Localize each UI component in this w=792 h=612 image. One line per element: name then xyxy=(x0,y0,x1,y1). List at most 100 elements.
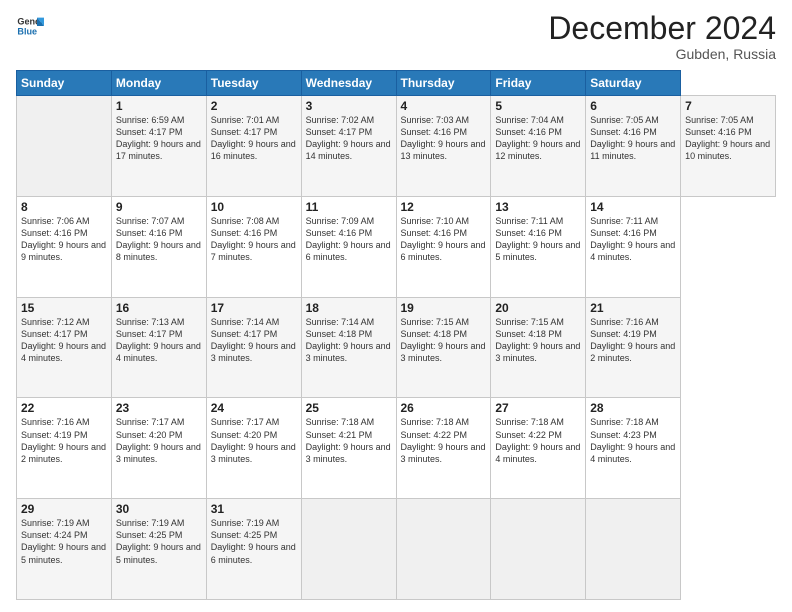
cell-info: Sunrise: 7:19 AMSunset: 4:24 PMDaylight:… xyxy=(21,517,107,566)
day-number: 14 xyxy=(590,200,676,214)
day-number: 26 xyxy=(401,401,487,415)
calendar-cell: 21Sunrise: 7:16 AMSunset: 4:19 PMDayligh… xyxy=(586,297,681,398)
cell-info: Sunrise: 7:08 AMSunset: 4:16 PMDaylight:… xyxy=(211,215,297,264)
day-number: 31 xyxy=(211,502,297,516)
day-number: 25 xyxy=(306,401,392,415)
calendar-header-row: SundayMondayTuesdayWednesdayThursdayFrid… xyxy=(17,71,776,96)
cell-info: Sunrise: 7:18 AMSunset: 4:22 PMDaylight:… xyxy=(401,416,487,465)
cell-info: Sunrise: 7:03 AMSunset: 4:16 PMDaylight:… xyxy=(401,114,487,163)
calendar-cell xyxy=(301,499,396,600)
cell-info: Sunrise: 7:12 AMSunset: 4:17 PMDaylight:… xyxy=(21,316,107,365)
cell-info: Sunrise: 7:10 AMSunset: 4:16 PMDaylight:… xyxy=(401,215,487,264)
day-number: 28 xyxy=(590,401,676,415)
calendar-page: General Blue December 2024 Gubden, Russi… xyxy=(0,0,792,612)
calendar-cell: 17Sunrise: 7:14 AMSunset: 4:17 PMDayligh… xyxy=(206,297,301,398)
day-number: 17 xyxy=(211,301,297,315)
calendar-cell: 23Sunrise: 7:17 AMSunset: 4:20 PMDayligh… xyxy=(111,398,206,499)
calendar-cell: 22Sunrise: 7:16 AMSunset: 4:19 PMDayligh… xyxy=(17,398,112,499)
calendar-cell: 2Sunrise: 7:01 AMSunset: 4:17 PMDaylight… xyxy=(206,96,301,197)
column-header-thursday: Thursday xyxy=(396,71,491,96)
cell-info: Sunrise: 7:18 AMSunset: 4:21 PMDaylight:… xyxy=(306,416,392,465)
day-number: 10 xyxy=(211,200,297,214)
day-number: 13 xyxy=(495,200,581,214)
calendar-cell: 4Sunrise: 7:03 AMSunset: 4:16 PMDaylight… xyxy=(396,96,491,197)
calendar-cell: 28Sunrise: 7:18 AMSunset: 4:23 PMDayligh… xyxy=(586,398,681,499)
cell-info: Sunrise: 7:02 AMSunset: 4:17 PMDaylight:… xyxy=(306,114,392,163)
calendar-cell: 24Sunrise: 7:17 AMSunset: 4:20 PMDayligh… xyxy=(206,398,301,499)
day-number: 4 xyxy=(401,99,487,113)
calendar-cell xyxy=(17,96,112,197)
cell-info: Sunrise: 7:01 AMSunset: 4:17 PMDaylight:… xyxy=(211,114,297,163)
calendar-cell: 18Sunrise: 7:14 AMSunset: 4:18 PMDayligh… xyxy=(301,297,396,398)
day-number: 29 xyxy=(21,502,107,516)
cell-info: Sunrise: 7:16 AMSunset: 4:19 PMDaylight:… xyxy=(590,316,676,365)
cell-info: Sunrise: 7:17 AMSunset: 4:20 PMDaylight:… xyxy=(116,416,202,465)
cell-info: Sunrise: 7:18 AMSunset: 4:23 PMDaylight:… xyxy=(590,416,676,465)
cell-info: Sunrise: 7:19 AMSunset: 4:25 PMDaylight:… xyxy=(116,517,202,566)
day-number: 2 xyxy=(211,99,297,113)
day-number: 21 xyxy=(590,301,676,315)
calendar-cell: 1Sunrise: 6:59 AMSunset: 4:17 PMDaylight… xyxy=(111,96,206,197)
month-title: December 2024 xyxy=(548,12,776,44)
day-number: 30 xyxy=(116,502,202,516)
logo: General Blue xyxy=(16,12,44,40)
calendar-cell: 26Sunrise: 7:18 AMSunset: 4:22 PMDayligh… xyxy=(396,398,491,499)
day-number: 5 xyxy=(495,99,581,113)
calendar-cell: 19Sunrise: 7:15 AMSunset: 4:18 PMDayligh… xyxy=(396,297,491,398)
column-header-wednesday: Wednesday xyxy=(301,71,396,96)
day-number: 7 xyxy=(685,99,771,113)
day-number: 16 xyxy=(116,301,202,315)
calendar-cell: 3Sunrise: 7:02 AMSunset: 4:17 PMDaylight… xyxy=(301,96,396,197)
calendar-cell: 5Sunrise: 7:04 AMSunset: 4:16 PMDaylight… xyxy=(491,96,586,197)
cell-info: Sunrise: 7:15 AMSunset: 4:18 PMDaylight:… xyxy=(401,316,487,365)
calendar-cell: 16Sunrise: 7:13 AMSunset: 4:17 PMDayligh… xyxy=(111,297,206,398)
svg-text:Blue: Blue xyxy=(17,26,37,36)
calendar-week-1: 1Sunrise: 6:59 AMSunset: 4:17 PMDaylight… xyxy=(17,96,776,197)
day-number: 1 xyxy=(116,99,202,113)
calendar-week-2: 8Sunrise: 7:06 AMSunset: 4:16 PMDaylight… xyxy=(17,196,776,297)
calendar-cell: 30Sunrise: 7:19 AMSunset: 4:25 PMDayligh… xyxy=(111,499,206,600)
calendar-cell: 27Sunrise: 7:18 AMSunset: 4:22 PMDayligh… xyxy=(491,398,586,499)
cell-info: Sunrise: 7:09 AMSunset: 4:16 PMDaylight:… xyxy=(306,215,392,264)
cell-info: Sunrise: 7:18 AMSunset: 4:22 PMDaylight:… xyxy=(495,416,581,465)
day-number: 18 xyxy=(306,301,392,315)
calendar-cell: 7Sunrise: 7:05 AMSunset: 4:16 PMDaylight… xyxy=(681,96,776,197)
day-number: 11 xyxy=(306,200,392,214)
day-number: 24 xyxy=(211,401,297,415)
calendar-cell: 31Sunrise: 7:19 AMSunset: 4:25 PMDayligh… xyxy=(206,499,301,600)
cell-info: Sunrise: 6:59 AMSunset: 4:17 PMDaylight:… xyxy=(116,114,202,163)
calendar-cell xyxy=(586,499,681,600)
calendar-cell: 11Sunrise: 7:09 AMSunset: 4:16 PMDayligh… xyxy=(301,196,396,297)
calendar-cell xyxy=(396,499,491,600)
day-number: 3 xyxy=(306,99,392,113)
cell-info: Sunrise: 7:05 AMSunset: 4:16 PMDaylight:… xyxy=(590,114,676,163)
cell-info: Sunrise: 7:04 AMSunset: 4:16 PMDaylight:… xyxy=(495,114,581,163)
calendar-cell: 9Sunrise: 7:07 AMSunset: 4:16 PMDaylight… xyxy=(111,196,206,297)
day-number: 20 xyxy=(495,301,581,315)
cell-info: Sunrise: 7:11 AMSunset: 4:16 PMDaylight:… xyxy=(590,215,676,264)
cell-info: Sunrise: 7:13 AMSunset: 4:17 PMDaylight:… xyxy=(116,316,202,365)
cell-info: Sunrise: 7:05 AMSunset: 4:16 PMDaylight:… xyxy=(685,114,771,163)
calendar-cell: 8Sunrise: 7:06 AMSunset: 4:16 PMDaylight… xyxy=(17,196,112,297)
column-header-saturday: Saturday xyxy=(586,71,681,96)
header: General Blue December 2024 Gubden, Russi… xyxy=(16,12,776,62)
calendar-week-3: 15Sunrise: 7:12 AMSunset: 4:17 PMDayligh… xyxy=(17,297,776,398)
cell-info: Sunrise: 7:11 AMSunset: 4:16 PMDaylight:… xyxy=(495,215,581,264)
column-header-sunday: Sunday xyxy=(17,71,112,96)
column-header-friday: Friday xyxy=(491,71,586,96)
calendar-cell: 6Sunrise: 7:05 AMSunset: 4:16 PMDaylight… xyxy=(586,96,681,197)
day-number: 9 xyxy=(116,200,202,214)
cell-info: Sunrise: 7:19 AMSunset: 4:25 PMDaylight:… xyxy=(211,517,297,566)
column-header-tuesday: Tuesday xyxy=(206,71,301,96)
day-number: 19 xyxy=(401,301,487,315)
calendar-cell: 20Sunrise: 7:15 AMSunset: 4:18 PMDayligh… xyxy=(491,297,586,398)
day-number: 6 xyxy=(590,99,676,113)
cell-info: Sunrise: 7:15 AMSunset: 4:18 PMDaylight:… xyxy=(495,316,581,365)
calendar-cell: 14Sunrise: 7:11 AMSunset: 4:16 PMDayligh… xyxy=(586,196,681,297)
day-number: 12 xyxy=(401,200,487,214)
calendar-cell: 10Sunrise: 7:08 AMSunset: 4:16 PMDayligh… xyxy=(206,196,301,297)
cell-info: Sunrise: 7:14 AMSunset: 4:18 PMDaylight:… xyxy=(306,316,392,365)
day-number: 23 xyxy=(116,401,202,415)
calendar-week-4: 22Sunrise: 7:16 AMSunset: 4:19 PMDayligh… xyxy=(17,398,776,499)
title-block: December 2024 Gubden, Russia xyxy=(548,12,776,62)
